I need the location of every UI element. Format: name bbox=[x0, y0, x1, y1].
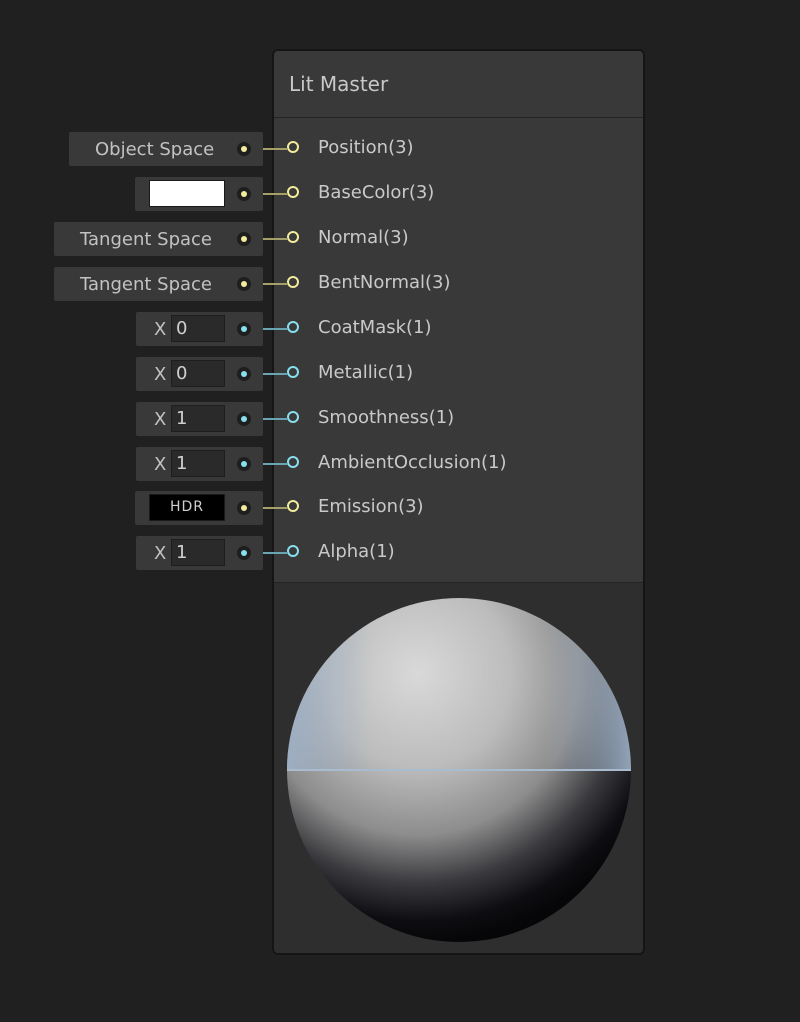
port-label: BentNormal(3) bbox=[318, 272, 451, 293]
dropdown-value: Object Space bbox=[95, 139, 215, 160]
port-label: Smoothness(1) bbox=[318, 407, 455, 428]
axis-label: X bbox=[154, 319, 167, 340]
output-connector-icon[interactable] bbox=[237, 501, 251, 515]
axis-label: X bbox=[154, 543, 167, 564]
axis-label: X bbox=[154, 364, 167, 385]
port-coatmask[interactable]: CoatMask(1) bbox=[272, 313, 645, 343]
port-smoothness[interactable]: Smoothness(1) bbox=[272, 403, 645, 433]
port-connector-icon[interactable] bbox=[287, 366, 299, 378]
port-metallic[interactable]: Metallic(1) bbox=[272, 358, 645, 388]
port-normal[interactable]: Normal(3) bbox=[272, 223, 645, 253]
axis-label: X bbox=[154, 454, 167, 475]
port-label: AmbientOcclusion(1) bbox=[318, 452, 507, 473]
smoothness-field[interactable]: X 1 bbox=[136, 402, 263, 436]
dropdown-value: Tangent Space bbox=[80, 229, 212, 250]
port-label: Metallic(1) bbox=[318, 362, 414, 383]
coatmask-field[interactable]: X 0 bbox=[136, 312, 263, 346]
output-connector-icon[interactable] bbox=[237, 412, 251, 426]
port-basecolor[interactable]: BaseColor(3) bbox=[272, 178, 645, 208]
port-label: CoatMask(1) bbox=[318, 317, 432, 338]
basecolor-field[interactable] bbox=[135, 177, 263, 211]
port-connector-icon[interactable] bbox=[287, 141, 299, 153]
port-bentnormal[interactable]: BentNormal(3) bbox=[272, 268, 645, 298]
position-space-dropdown[interactable]: Object Space bbox=[69, 132, 263, 166]
axis-label: X bbox=[154, 409, 167, 430]
output-connector-icon[interactable] bbox=[237, 322, 251, 336]
alpha-field[interactable]: X 1 bbox=[136, 536, 263, 570]
port-connector-icon[interactable] bbox=[287, 411, 299, 423]
output-connector-icon[interactable] bbox=[237, 457, 251, 471]
value-input[interactable]: 1 bbox=[171, 405, 225, 432]
output-connector-icon[interactable] bbox=[237, 277, 251, 291]
hdr-color-swatch[interactable]: HDR bbox=[149, 494, 225, 521]
port-emission[interactable]: Emission(3) bbox=[272, 492, 645, 522]
output-connector-icon[interactable] bbox=[237, 546, 251, 560]
port-alpha[interactable]: Alpha(1) bbox=[272, 537, 645, 567]
sphere-preview-icon[interactable] bbox=[286, 597, 632, 943]
value-input[interactable]: 1 bbox=[171, 539, 225, 566]
node-title: Lit Master bbox=[289, 72, 389, 96]
port-connector-icon[interactable] bbox=[287, 186, 299, 198]
bentnormal-space-dropdown[interactable]: Tangent Space bbox=[54, 267, 263, 301]
port-connector-icon[interactable] bbox=[287, 456, 299, 468]
normal-space-dropdown[interactable]: Tangent Space bbox=[54, 222, 263, 256]
output-connector-icon[interactable] bbox=[237, 142, 251, 156]
port-ambientocclusion[interactable]: AmbientOcclusion(1) bbox=[272, 448, 645, 478]
port-connector-icon[interactable] bbox=[287, 321, 299, 333]
color-swatch[interactable] bbox=[149, 180, 225, 207]
ambientocclusion-field[interactable]: X 1 bbox=[136, 447, 263, 481]
value-input[interactable]: 0 bbox=[171, 315, 225, 342]
port-label: Position(3) bbox=[318, 137, 414, 158]
port-label: Emission(3) bbox=[318, 496, 424, 517]
emission-field[interactable]: HDR bbox=[135, 491, 263, 525]
port-connector-icon[interactable] bbox=[287, 545, 299, 557]
output-connector-icon[interactable] bbox=[237, 232, 251, 246]
port-label: Normal(3) bbox=[318, 227, 409, 248]
value-input[interactable]: 1 bbox=[171, 450, 225, 477]
shader-graph-canvas[interactable]: Lit Master Position(3) BaseColor(3) Norm… bbox=[0, 0, 800, 1022]
port-label: Alpha(1) bbox=[318, 541, 395, 562]
output-connector-icon[interactable] bbox=[237, 187, 251, 201]
port-connector-icon[interactable] bbox=[287, 276, 299, 288]
port-label: BaseColor(3) bbox=[318, 182, 435, 203]
output-connector-icon[interactable] bbox=[237, 367, 251, 381]
port-position[interactable]: Position(3) bbox=[272, 133, 645, 163]
port-connector-icon[interactable] bbox=[287, 231, 299, 243]
value-input[interactable]: 0 bbox=[171, 360, 225, 387]
port-connector-icon[interactable] bbox=[287, 500, 299, 512]
node-header[interactable]: Lit Master bbox=[274, 51, 643, 118]
metallic-field[interactable]: X 0 bbox=[136, 357, 263, 391]
dropdown-value: Tangent Space bbox=[80, 274, 212, 295]
